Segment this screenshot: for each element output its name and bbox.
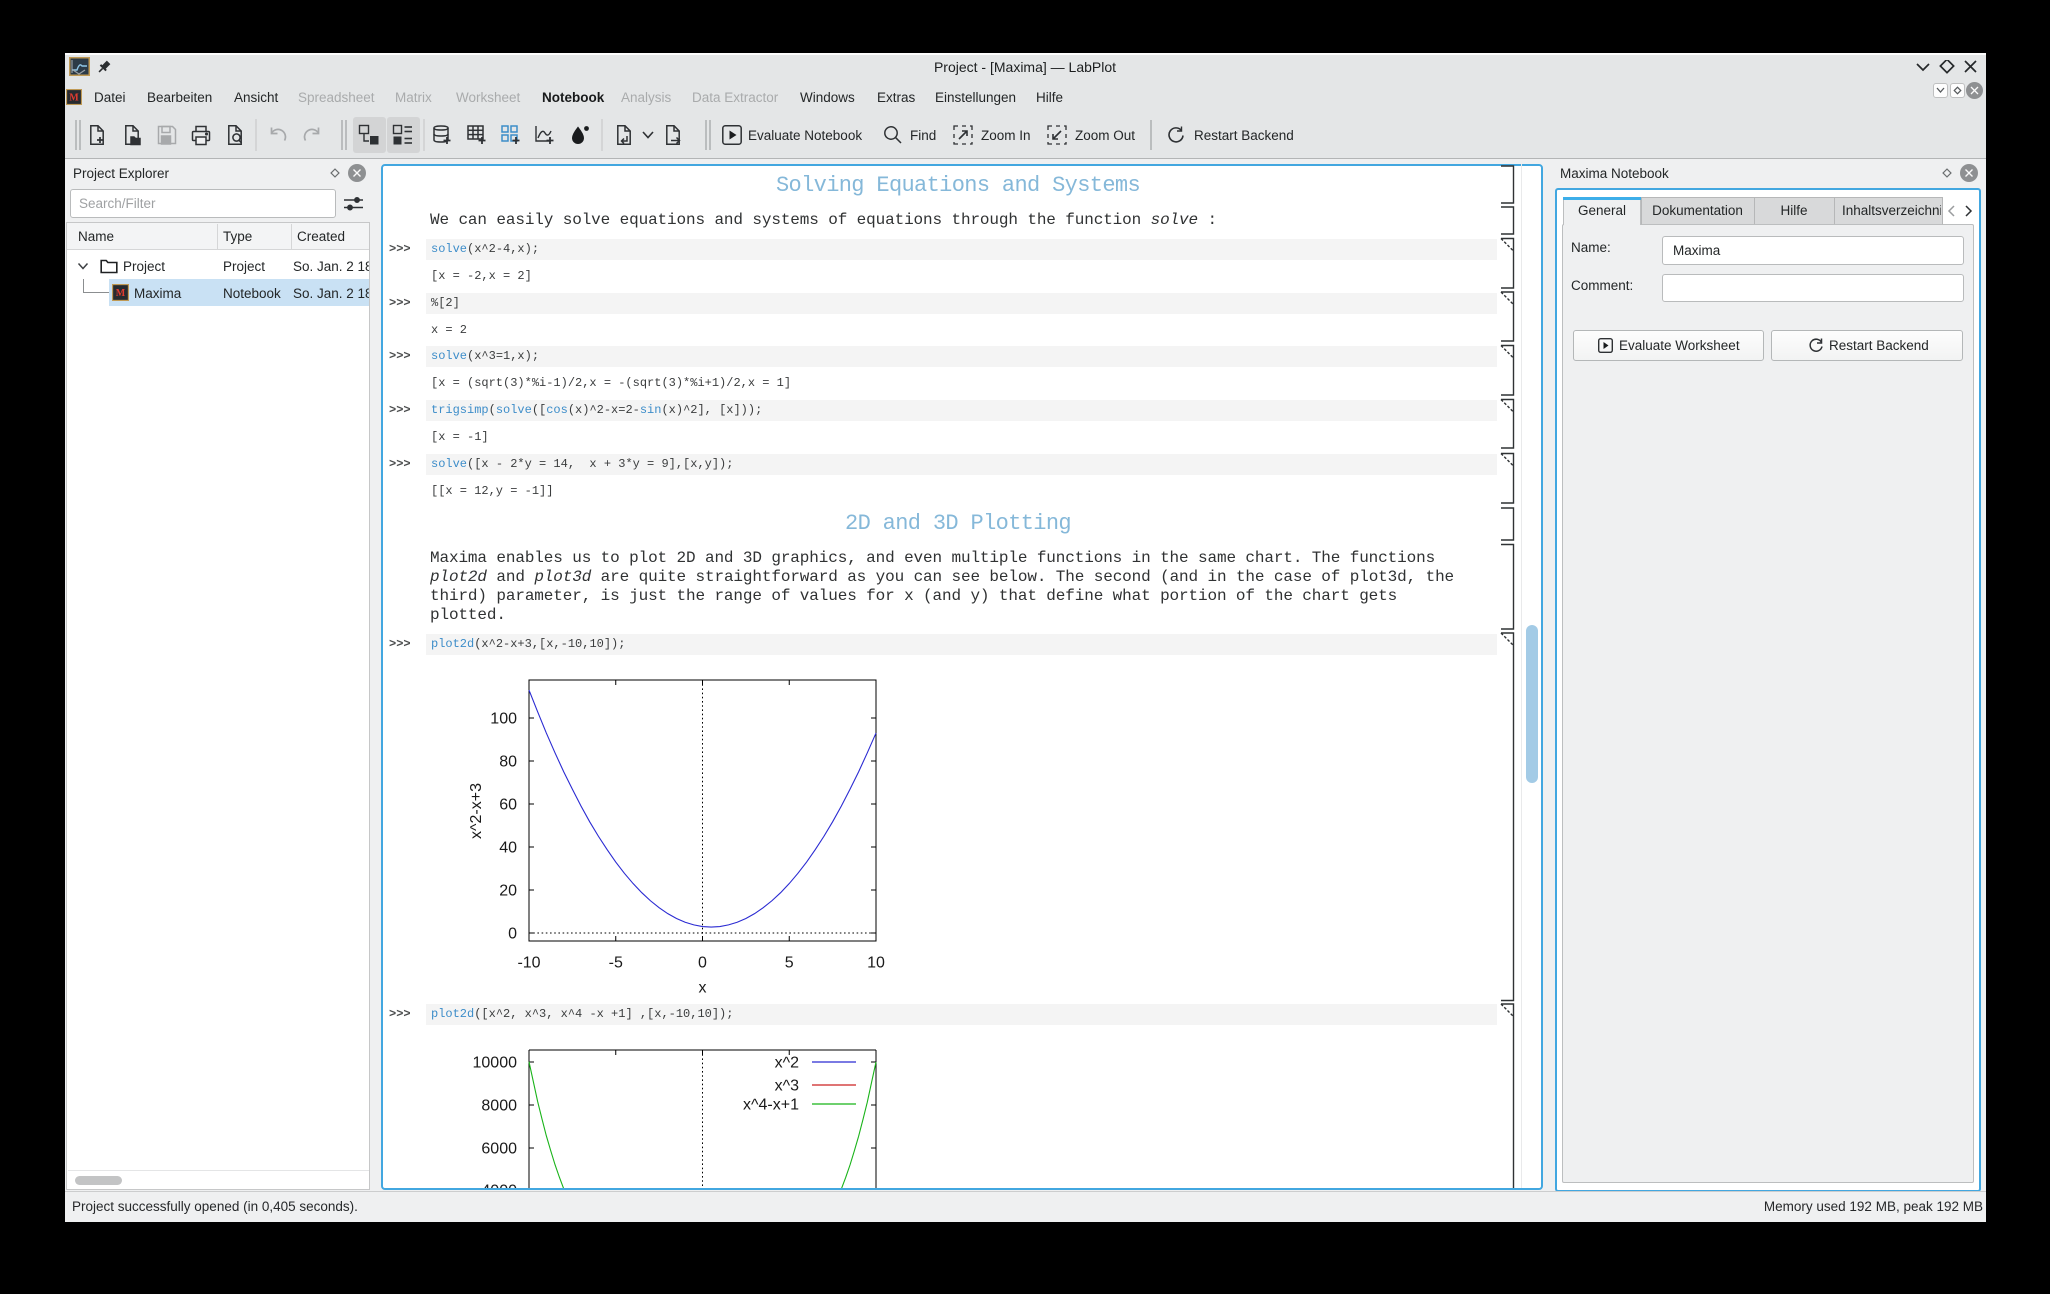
- svg-text:M: M: [116, 288, 126, 299]
- svg-text:x^3: x^3: [775, 1078, 800, 1095]
- svg-text:M: M: [69, 93, 79, 104]
- svg-text:5: 5: [785, 955, 794, 972]
- svg-text:8000: 8000: [481, 1098, 517, 1115]
- svg-text:0: 0: [508, 926, 517, 943]
- svg-text:0: 0: [698, 955, 707, 972]
- svg-text:x^2-x+3: x^2-x+3: [468, 783, 485, 839]
- svg-text:4000: 4000: [481, 1183, 517, 1189]
- svg-text:20: 20: [499, 883, 517, 900]
- svg-text:10000: 10000: [473, 1055, 518, 1072]
- svg-text:40: 40: [499, 840, 517, 857]
- svg-text:-10: -10: [517, 955, 540, 972]
- svg-text:x^2: x^2: [775, 1055, 800, 1072]
- svg-text:60: 60: [499, 797, 517, 814]
- svg-text:x^4-x+1: x^4-x+1: [743, 1097, 799, 1114]
- svg-text:100: 100: [490, 711, 517, 728]
- svg-text:80: 80: [499, 754, 517, 771]
- svg-text:10: 10: [867, 955, 885, 972]
- svg-text:6000: 6000: [481, 1141, 517, 1158]
- svg-text:x: x: [699, 980, 707, 997]
- svg-text:-5: -5: [609, 955, 623, 972]
